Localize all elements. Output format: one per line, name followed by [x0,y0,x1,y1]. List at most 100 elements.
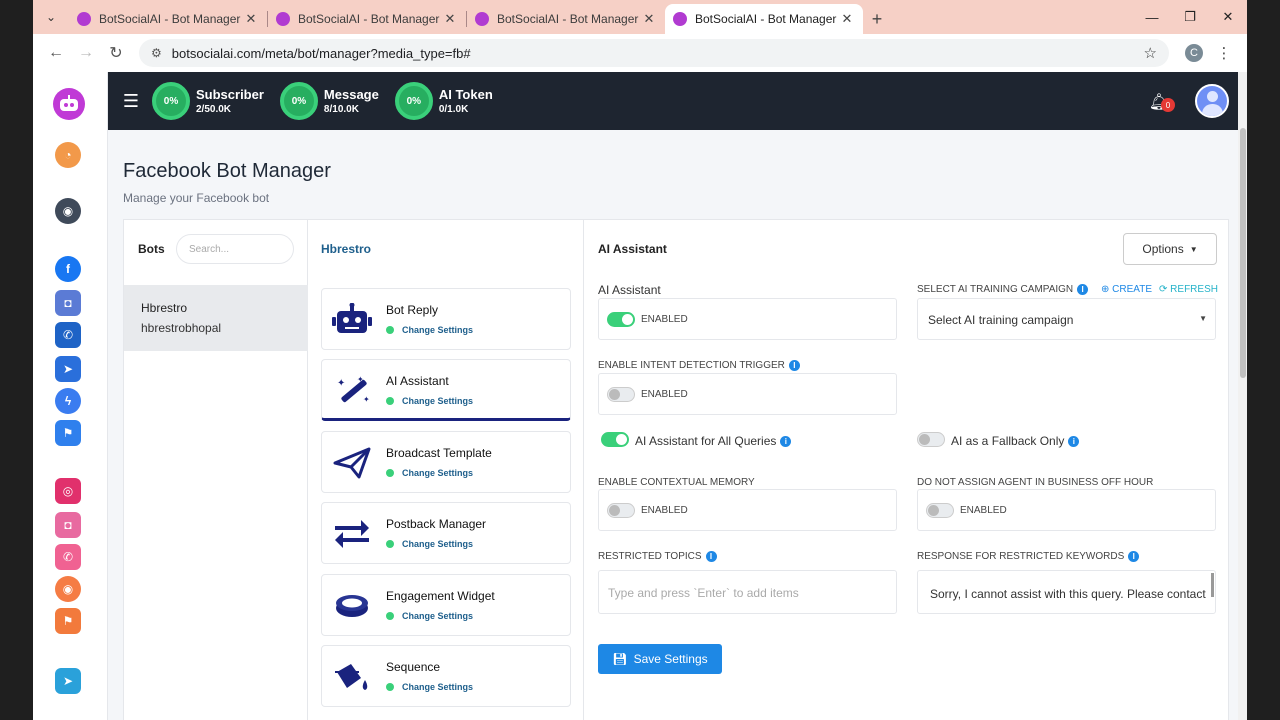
magic-wand-icon: ✦ ✦ ✦ [330,373,374,409]
feature-sequence[interactable]: Sequence Change Settings [321,645,571,707]
close-icon[interactable]: ✕ [839,11,855,27]
status-dot [386,397,394,405]
flag-icon[interactable]: ⚑ [55,420,81,446]
toggle-knob [928,505,939,516]
reload-icon[interactable]: ↻ [101,38,131,68]
paper-plane-icon [330,445,374,481]
refresh-campaign-link[interactable]: ⟳ REFRESH [1159,284,1218,295]
subscriber-stat: 0% Subscriber 2/50.0K [152,82,264,120]
browser-window: ⌄ BotSocialAI - Bot Manager ✕ BotSocialA… [33,0,1247,720]
left-navigation: ◔ ◉ f ◘ ✆ ➤ ϟ ⚑ ◎ ◘ ✆ ◉ ⚑ ➤ [33,72,108,720]
instagram-icon[interactable]: ◎ [55,478,81,504]
browser-tab-4-active[interactable]: BotSocialAI - Bot Manager ✕ [665,4,863,34]
options-dropdown-button[interactable]: Options ▼ [1123,233,1217,265]
profile-avatar[interactable]: C [1185,44,1203,62]
paint-bucket-icon [330,659,374,695]
restore-icon[interactable]: ❐ [1171,0,1209,34]
change-settings-link[interactable]: Change Settings [402,611,473,621]
change-settings-link[interactable]: Change Settings [402,682,473,692]
close-icon[interactable]: ✕ [243,11,259,27]
fallback-toggle[interactable] [917,432,945,447]
close-icon[interactable]: ✕ [442,11,458,27]
instagram-phone-icon[interactable]: ✆ [55,544,81,570]
browser-menu-icon[interactable]: ⋮ [1213,44,1235,62]
info-icon[interactable]: i [788,360,800,371]
caret-down-icon: ▼ [1199,314,1207,323]
create-campaign-link[interactable]: ⊕ CREATE [1101,284,1152,295]
off-hour-toggle[interactable] [926,503,954,518]
change-settings-link[interactable]: Change Settings [402,539,473,549]
instagram-chat-icon[interactable]: ◉ [55,576,81,602]
dashboard-gauge-icon[interactable]: ◔ [55,142,81,168]
facebook-bot-icon[interactable]: ◘ [55,290,81,316]
bot-list-item[interactable]: Hbrestro hbrestrobhopal [124,285,308,351]
contextual-memory-toggle[interactable] [607,503,635,518]
training-campaign-select[interactable]: Select AI training campaign ▼ [917,298,1216,340]
bots-column: Bots Search... Hbrestro hbrestrobhopal [124,220,308,720]
info-icon[interactable]: i [705,551,717,562]
address-bar[interactable]: ⚙ botsocialai.com/meta/bot/manager?media… [139,39,1169,67]
training-campaign-label-text: SELECT AI TRAINING CAMPAIGN [917,284,1074,296]
botsocialai-logo-icon[interactable] [53,88,85,120]
restricted-response-textarea[interactable]: Sorry, I cannot assist with this query. … [917,570,1216,614]
url-text[interactable]: botsocialai.com/meta/bot/manager?media_t… [172,46,1144,61]
change-settings-link[interactable]: Change Settings [402,468,473,478]
feature-broadcast-template[interactable]: Broadcast Template Change Settings [321,431,571,493]
save-settings-button[interactable]: 💾︎ Save Settings [598,644,722,674]
stat-label: Subscriber [196,87,264,102]
change-settings-link[interactable]: Change Settings [402,325,473,335]
page-title: Facebook Bot Manager [123,160,331,182]
feature-title: Bot Reply [386,303,439,317]
info-icon[interactable]: i [1068,436,1080,448]
window-close-icon[interactable]: ✕ [1209,0,1247,34]
input-placeholder: Type and press `Enter` to add items [608,586,799,600]
bookmark-star-icon[interactable]: ☆ [1144,44,1157,62]
user-avatar[interactable] [1195,84,1229,118]
broadcast-icon[interactable]: ➤ [55,356,81,382]
intent-detection-toggle[interactable] [607,387,635,402]
arrows-exchange-icon [330,516,374,552]
messenger-icon[interactable]: ϟ [55,388,81,414]
feature-postback-manager[interactable]: Postback Manager Change Settings [321,502,571,564]
change-settings-link[interactable]: Change Settings [402,396,473,406]
browser-tab-2[interactable]: BotSocialAI - Bot Manager ✕ [268,4,466,34]
new-tab-button[interactable]: + [863,4,891,34]
close-icon[interactable]: ✕ [641,11,657,27]
chat-bubble-icon[interactable]: ◉ [55,198,81,224]
instagram-flag-icon[interactable]: ⚑ [55,608,81,634]
feature-ai-assistant[interactable]: ✦ ✦ ✦ AI Assistant Change Settings [321,359,571,421]
page-scrollbar-thumb[interactable] [1240,128,1246,378]
all-queries-label-text: AI Assistant for All Queries [635,434,777,448]
tab-search-icon[interactable]: ⌄ [33,0,69,34]
info-icon[interactable]: i [780,436,792,448]
feature-bot-reply[interactable]: Bot Reply Change Settings [321,288,571,350]
floppy-disk-icon: 💾︎ [612,652,628,666]
all-queries-toggle[interactable] [601,432,629,447]
telegram-icon[interactable]: ➤ [55,668,81,694]
restricted-topics-input[interactable]: Type and press `Enter` to add items [598,570,897,614]
phone-icon[interactable]: ✆ [55,322,81,348]
feature-engagement-widget[interactable]: Engagement Widget Change Settings [321,574,571,636]
info-icon[interactable]: i [1077,284,1089,295]
hamburger-menu-icon[interactable]: ☰ [110,91,152,112]
training-campaign-label: SELECT AI TRAINING CAMPAIGN i [917,284,1089,296]
site-settings-icon[interactable]: ⚙ [151,46,162,60]
forward-arrow-icon[interactable]: → [71,38,101,68]
facebook-page-name[interactable]: Hbrestro [321,242,371,256]
browser-tab-1[interactable]: BotSocialAI - Bot Manager ✕ [69,4,267,34]
botsocialai-favicon-icon [276,12,290,26]
bots-search-input[interactable]: Search... [176,234,294,264]
textarea-scrollbar[interactable] [1211,573,1214,597]
ai-assistant-toggle[interactable] [607,312,635,327]
ring-icon [330,588,374,624]
tab-title: BotSocialAI - Bot Manager [497,12,639,26]
instagram-bot-icon[interactable]: ◘ [55,512,81,538]
minimize-icon[interactable]: — [1133,0,1171,34]
browser-tab-3[interactable]: BotSocialAI - Bot Manager ✕ [467,4,665,34]
browser-toolbar: ← → ↻ ⚙ botsocialai.com/meta/bot/manager… [33,34,1247,72]
facebook-icon[interactable]: f [55,256,81,282]
ai-token-progress-ring: 0% [394,82,433,120]
save-label: Save Settings [633,652,708,666]
back-arrow-icon[interactable]: ← [41,38,71,68]
info-icon[interactable]: i [1128,551,1140,562]
